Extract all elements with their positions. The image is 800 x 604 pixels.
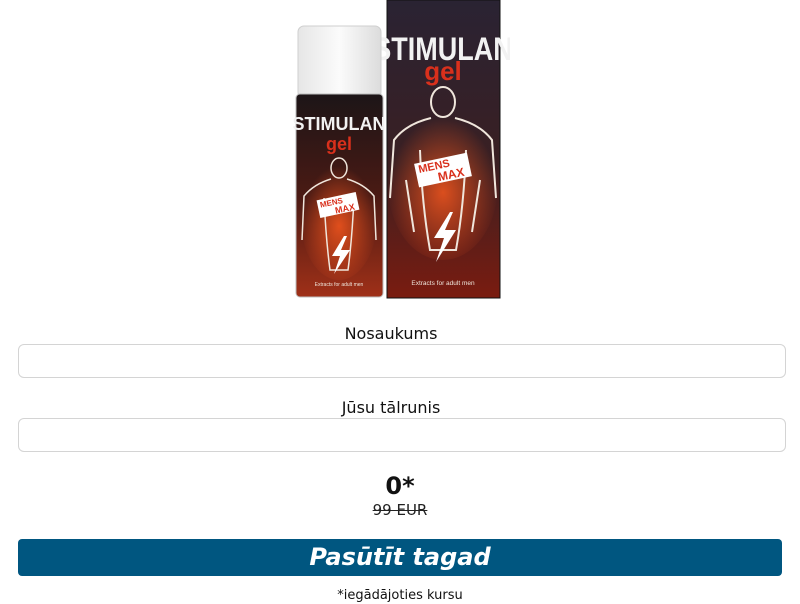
old-price: 99 EUR (372, 501, 428, 519)
disclaimer-note: *iegādājoties kursu (337, 588, 463, 603)
new-price: 0* (385, 472, 415, 500)
order-button[interactable]: Pasūtīt tagad (18, 539, 782, 576)
product-bottle: STIMULAN gel MENS MAX Extracts for adult… (293, 25, 386, 298)
box-brand-gel: gel (424, 56, 462, 86)
product-image: STIMULAN gel MENS MAX Extracts for adult… (293, 0, 510, 299)
phone-label: Jūsu tālrunis (341, 398, 441, 417)
phone-input[interactable] (18, 418, 786, 452)
product-box: STIMULAN gel MENS MAX Extracts for adult… (373, 0, 510, 299)
bottle-brand-title: STIMULAN (293, 114, 386, 134)
bottle-tagline: Extracts for adult men (315, 282, 364, 288)
name-input[interactable] (18, 344, 786, 378)
bottle-brand-gel: gel (326, 134, 352, 154)
name-label: Nosaukums (344, 324, 438, 343)
box-tagline: Extracts for adult men (411, 280, 475, 287)
